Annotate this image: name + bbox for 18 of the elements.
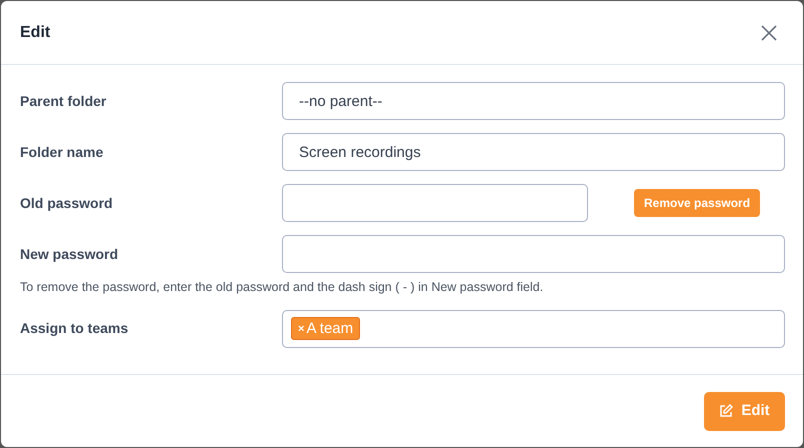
field-label: Assign to teams (20, 319, 130, 338)
remove-password-button[interactable]: Remove password (634, 189, 760, 217)
password-field[interactable] (282, 235, 785, 273)
tags-field[interactable]: ×A team (282, 310, 785, 348)
field-label: New password (20, 244, 120, 264)
field-label: Parent folder (20, 92, 108, 110)
edit-button[interactable]: Edit (704, 392, 785, 430)
tag-remove[interactable]: × (298, 320, 304, 337)
close-icon[interactable] (761, 24, 777, 40)
edit-icon (719, 404, 734, 418)
text-field[interactable]: Screen recordings (282, 133, 785, 171)
dialog-title: Edit (20, 22, 50, 42)
field-label: Folder name (20, 142, 104, 162)
field-label: Old password (20, 194, 114, 213)
text-field[interactable]: --no parent-- (282, 82, 785, 120)
password-field[interactable] (282, 184, 588, 222)
tag-label: A team (306, 318, 354, 338)
hint-text: To remove the password, enter the old password and the dash sign ( - ) in New password field. (20, 279, 544, 296)
